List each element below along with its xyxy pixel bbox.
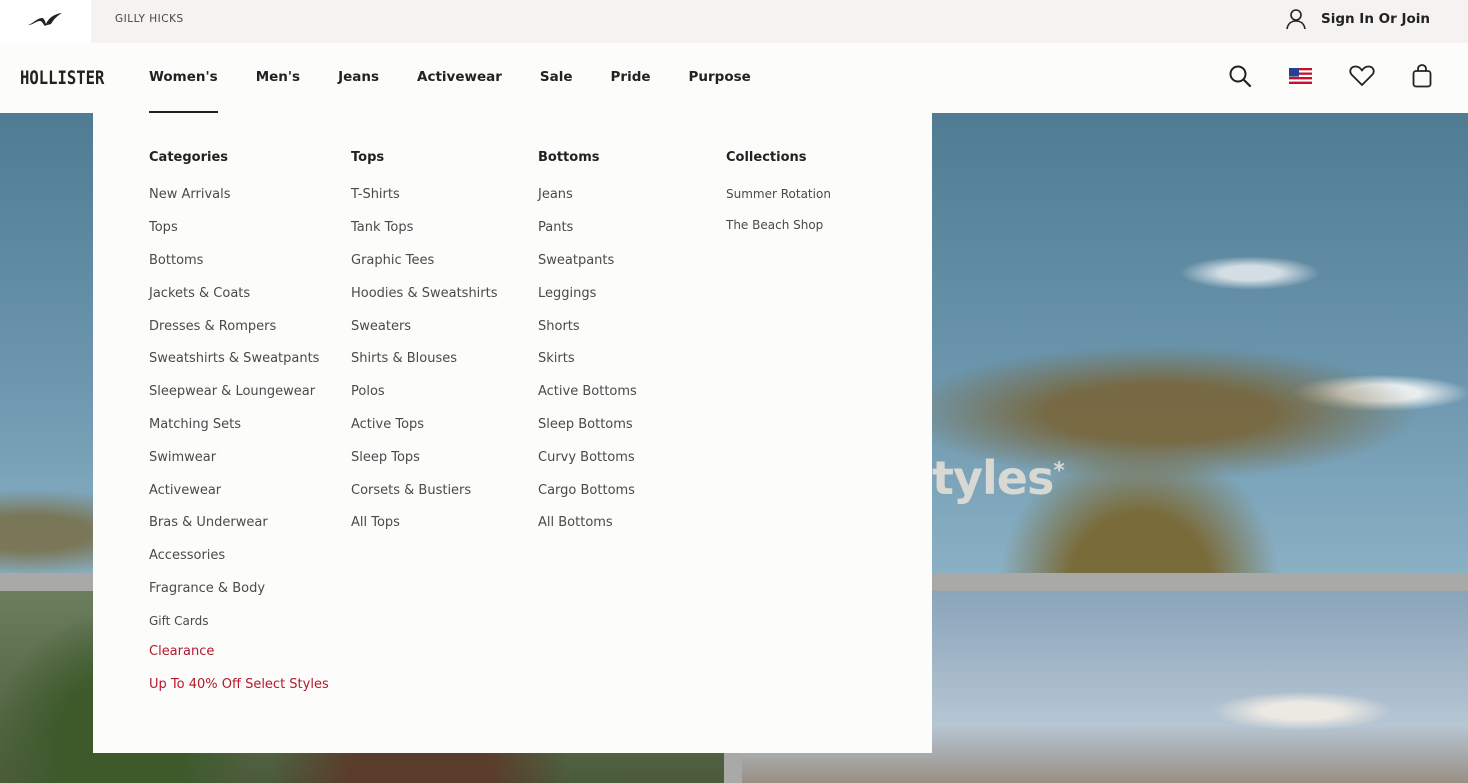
nav-item-womens[interactable]: Women's <box>149 43 218 113</box>
menu-link-jackets-coats[interactable]: Jackets & Coats <box>149 286 250 301</box>
menu-link-curvy-bottoms[interactable]: Curvy Bottoms <box>538 450 635 465</box>
menu-link-sweatshirts-sweatpants[interactable]: Sweatshirts & Sweatpants <box>149 351 319 366</box>
menu-link-fragrance-body[interactable]: Fragrance & Body <box>149 581 265 596</box>
user-icon <box>1286 9 1306 30</box>
menu-link-sleep-tops[interactable]: Sleep Tops <box>351 450 420 465</box>
menu-link-swimwear[interactable]: Swimwear <box>149 450 216 465</box>
menu-link-hoodies-sweatshirts[interactable]: Hoodies & Sweatshirts <box>351 286 498 301</box>
column-title-tops[interactable]: Tops <box>351 150 384 165</box>
nav-item-purpose[interactable]: Purpose <box>689 43 751 113</box>
menu-link-new-arrivals[interactable]: New Arrivals <box>149 187 231 202</box>
menu-link-sweaters[interactable]: Sweaters <box>351 319 411 334</box>
menu-link-tank-tops[interactable]: Tank Tops <box>351 220 413 235</box>
nav-item-pride[interactable]: Pride <box>611 43 651 113</box>
heart-icon[interactable] <box>1349 65 1375 87</box>
menu-link-summer-rotation[interactable]: Summer Rotation <box>726 187 831 201</box>
menu-link-jeans[interactable]: Jeans <box>538 187 573 202</box>
menu-link-all-bottoms[interactable]: All Bottoms <box>538 515 613 530</box>
menu-link-skirts[interactable]: Skirts <box>538 351 575 366</box>
menu-link-matching-sets[interactable]: Matching Sets <box>149 417 241 432</box>
nav-actions <box>1191 64 1432 88</box>
menu-link-active-tops[interactable]: Active Tops <box>351 417 424 432</box>
brand-tab-hollister[interactable] <box>0 0 91 43</box>
column-title-collections[interactable]: Collections <box>726 150 807 165</box>
nav-item-activewear[interactable]: Activewear <box>417 43 502 113</box>
menu-link-sweatpants[interactable]: Sweatpants <box>538 253 614 268</box>
menu-link-all-tops[interactable]: All Tops <box>351 515 400 530</box>
us-flag-icon[interactable] <box>1289 68 1312 84</box>
column-title-categories[interactable]: Categories <box>149 150 228 165</box>
sign-in-link[interactable]: Sign In Or Join <box>1285 8 1430 30</box>
menu-link-shirts-blouses[interactable]: Shirts & Blouses <box>351 351 457 366</box>
menu-link-t-shirts[interactable]: T-Shirts <box>351 187 400 202</box>
utility-bar: GILLY HICKS Sign In Or Join <box>0 0 1468 43</box>
womens-mega-menu: Categories New Arrivals Tops Bottoms Jac… <box>93 113 932 753</box>
menu-link-bras-underwear[interactable]: Bras & Underwear <box>149 515 268 530</box>
menu-link-leggings[interactable]: Leggings <box>538 286 596 301</box>
menu-link-active-bottoms[interactable]: Active Bottoms <box>538 384 637 399</box>
menu-link-sale-promo[interactable]: Up To 40% Off Select Styles <box>149 677 329 692</box>
menu-link-dresses-rompers[interactable]: Dresses & Rompers <box>149 319 276 334</box>
nav-item-sale[interactable]: Sale <box>540 43 573 113</box>
hollister-logo[interactable]: HOLLISTER <box>20 67 104 89</box>
menu-link-accessories[interactable]: Accessories <box>149 548 225 563</box>
menu-link-sleepwear-loungewear[interactable]: Sleepwear & Loungewear <box>149 384 315 399</box>
menu-link-corsets-bustiers[interactable]: Corsets & Bustiers <box>351 483 471 498</box>
menu-link-shorts[interactable]: Shorts <box>538 319 580 334</box>
menu-link-graphic-tees[interactable]: Graphic Tees <box>351 253 434 268</box>
shopping-bag-icon[interactable] <box>1412 64 1432 88</box>
search-icon[interactable] <box>1228 64 1252 88</box>
menu-link-bottoms[interactable]: Bottoms <box>149 253 203 268</box>
column-title-bottoms[interactable]: Bottoms <box>538 150 599 165</box>
main-navigation: HOLLISTER Women's Men's Jeans Activewear… <box>0 43 1468 113</box>
sign-in-label: Sign In Or Join <box>1320 11 1430 27</box>
menu-link-sleep-bottoms[interactable]: Sleep Bottoms <box>538 417 633 432</box>
category-nav: Women's Men's Jeans Activewear Sale Prid… <box>149 43 789 113</box>
menu-link-the-beach-shop[interactable]: The Beach Shop <box>726 218 823 232</box>
nav-item-jeans[interactable]: Jeans <box>338 43 379 113</box>
menu-link-polos[interactable]: Polos <box>351 384 385 399</box>
seagull-logo-icon <box>28 13 62 26</box>
brand-tab-gilly-hicks[interactable]: GILLY HICKS <box>115 13 184 25</box>
nav-item-mens[interactable]: Men's <box>256 43 300 113</box>
menu-link-clearance[interactable]: Clearance <box>149 644 214 659</box>
menu-link-pants[interactable]: Pants <box>538 220 573 235</box>
menu-link-cargo-bottoms[interactable]: Cargo Bottoms <box>538 483 635 498</box>
menu-link-activewear[interactable]: Activewear <box>149 483 221 498</box>
menu-link-gift-cards[interactable]: Gift Cards <box>149 614 209 628</box>
hero-headline: tyles* <box>932 451 1065 505</box>
menu-link-tops[interactable]: Tops <box>149 220 178 235</box>
